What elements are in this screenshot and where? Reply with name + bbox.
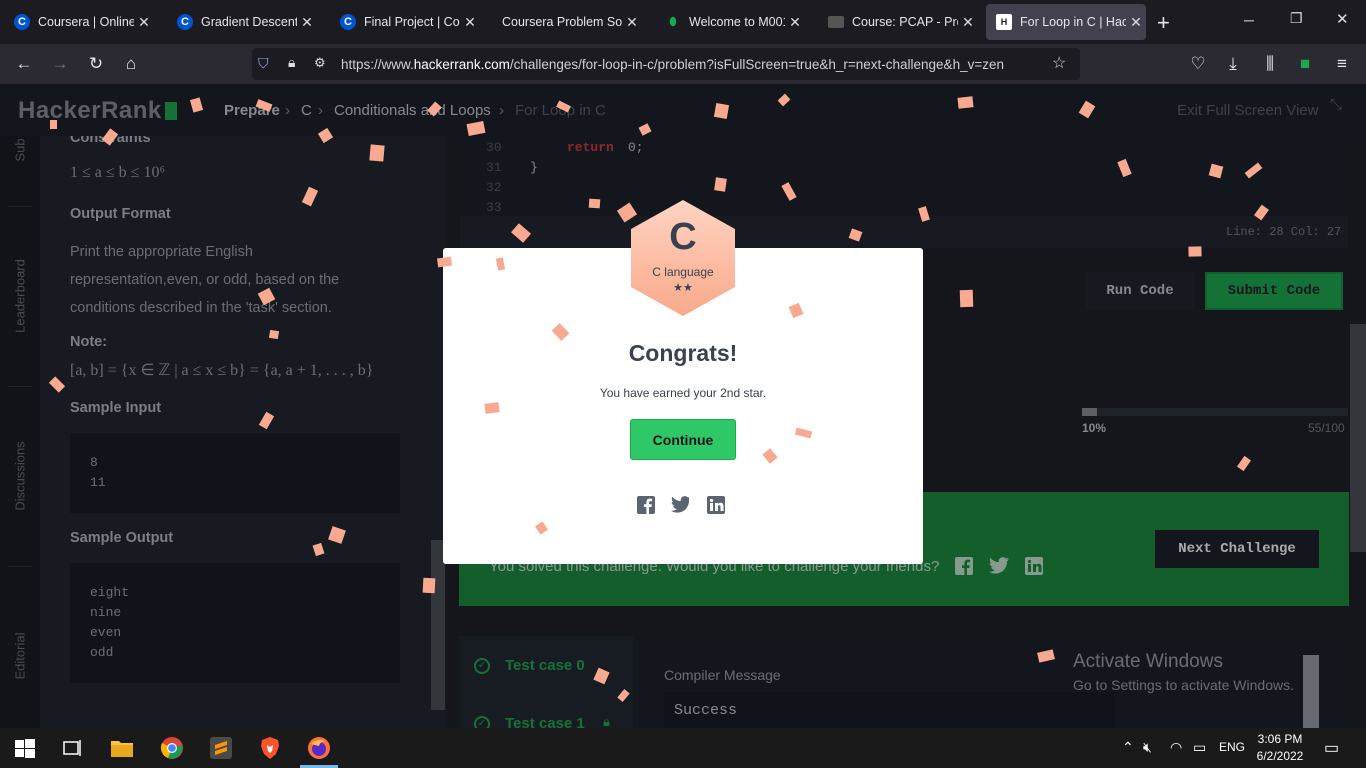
confetti-piece (268, 329, 280, 340)
badge-stars: ★★ (673, 282, 693, 294)
browser-tab-active[interactable]: H For Loop in C | Hack ✕ (986, 4, 1146, 40)
badge-label: C language (652, 265, 714, 279)
taskbar-clock[interactable]: 3:06 PM 6/2/2022 (1240, 731, 1320, 765)
c-language-badge: C C language ★★ (628, 198, 738, 318)
mongodb-leaf-icon: ⬮ (669, 15, 677, 28)
menu-icon[interactable]: ≡ (1330, 52, 1354, 76)
close-tab-icon[interactable]: ✕ (785, 14, 805, 31)
confetti-piece (422, 577, 436, 594)
confetti-piece (959, 289, 974, 308)
lock-icon[interactable]: 🔒︎ (288, 54, 295, 71)
minimize-icon[interactable]: ─ (1244, 12, 1254, 28)
confetti-piece (957, 96, 974, 109)
confetti-piece (484, 402, 500, 414)
browser-tab[interactable]: Course: PCAP - Pro ✕ (818, 4, 978, 40)
twitter-icon[interactable] (671, 496, 689, 514)
congrats-message: You have earned your 2nd star. (599, 386, 767, 400)
facebook-icon[interactable] (637, 496, 655, 514)
notifications-icon[interactable]: ▭ (1324, 738, 1339, 758)
forward-icon[interactable]: → (48, 52, 72, 76)
wifi-icon[interactable]: ◠ (1170, 739, 1182, 756)
url-text[interactable]: https://www.hackerrank.com/challenges/fo… (341, 57, 1004, 72)
back-icon[interactable]: ← (12, 52, 36, 76)
congrats-title: Congrats! (628, 340, 738, 366)
close-window-icon[interactable]: ✕ (1336, 10, 1349, 28)
downloads-icon[interactable]: ⤓ (1221, 52, 1245, 76)
bookmark-star-icon[interactable]: ☆ (1052, 53, 1066, 73)
confetti-piece (588, 198, 601, 209)
browser-tab[interactable]: ⬮Welcome to M001 -✕ (655, 4, 805, 40)
shield-icon[interactable]: ⛉ (258, 55, 269, 72)
course-icon (828, 16, 844, 28)
sublime-text-icon[interactable] (209, 736, 233, 760)
browser-tab[interactable]: CFinal Project | Cours✕ (330, 4, 480, 40)
close-tab-icon[interactable]: ✕ (297, 14, 317, 31)
windows-taskbar (0, 728, 1366, 768)
browser-tab[interactable]: Coursera Problem Solvi ✕ (492, 4, 642, 40)
new-tab-button[interactable]: + (1157, 10, 1170, 36)
brave-icon[interactable] (258, 736, 282, 760)
badge-letter: C (669, 216, 697, 258)
chrome-icon[interactable] (160, 736, 184, 760)
continue-button[interactable]: Continue (630, 419, 736, 460)
pocket-icon[interactable]: ♡ (1186, 52, 1210, 76)
confetti-piece (369, 144, 385, 162)
restore-icon[interactable]: ❐ (1290, 10, 1303, 27)
firefox-icon[interactable] (307, 736, 331, 760)
close-tab-icon[interactable]: ✕ (622, 14, 642, 31)
browser-tab[interactable]: CCoursera | Online Co✕ (4, 4, 154, 40)
show-hidden-icons[interactable]: ⌃ (1122, 739, 1134, 756)
close-tab-icon[interactable]: ✕ (1126, 14, 1146, 31)
extension-icon[interactable]: ■ (1293, 52, 1317, 76)
browser-tab[interactable]: CGradient Descent fo✕ (167, 4, 317, 40)
permissions-icon[interactable]: ⚙ (314, 55, 326, 71)
battery-icon[interactable]: ▭ (1193, 739, 1206, 756)
confetti-piece (50, 120, 57, 129)
library-icon[interactable]: ⫼ (1258, 52, 1282, 76)
task-view-icon[interactable] (60, 736, 84, 760)
volume-muted-icon[interactable]: 🔇︎ (1143, 739, 1152, 756)
linkedin-icon[interactable] (707, 496, 725, 514)
home-icon[interactable]: ⌂ (119, 52, 143, 76)
browser-tab-strip: CCoursera | Online Co✕ CGradient Descent… (0, 0, 1366, 44)
confetti-piece (714, 177, 727, 192)
close-tab-icon[interactable]: ✕ (134, 14, 154, 31)
url-bar[interactable]: ⛉ 🔒︎ ⚙ https://www.hackerrank.com/challe… (252, 48, 1080, 80)
reload-icon[interactable]: ↻ (84, 52, 108, 76)
hackerrank-icon: H (996, 14, 1012, 30)
confetti-piece (713, 102, 730, 120)
coursera-icon: C (177, 14, 193, 30)
coursera-icon: C (340, 14, 356, 30)
windows-start-icon[interactable] (13, 736, 37, 760)
coursera-icon: C (14, 14, 30, 30)
close-tab-icon[interactable]: ✕ (958, 14, 978, 31)
file-explorer-icon[interactable] (110, 736, 134, 760)
confetti-piece (1188, 246, 1202, 257)
confetti-piece (436, 256, 453, 268)
close-tab-icon[interactable]: ✕ (460, 14, 480, 31)
